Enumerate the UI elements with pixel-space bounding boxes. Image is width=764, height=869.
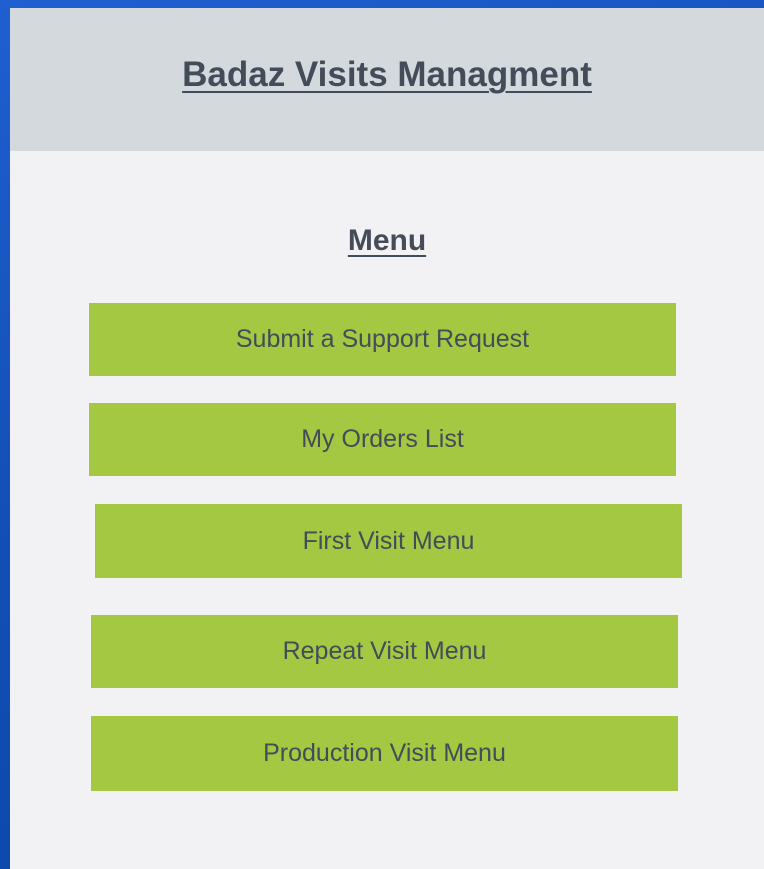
first-visit-menu-button[interactable]: First Visit Menu — [95, 504, 682, 578]
repeat-visit-menu-button[interactable]: Repeat Visit Menu — [91, 615, 678, 688]
production-visit-menu-button[interactable]: Production Visit Menu — [91, 716, 678, 791]
header-bar: Badaz Visits Managment — [10, 8, 764, 151]
menu-title: Menu — [347, 224, 427, 257]
main-panel: Badaz Visits Managment Menu Submit a Sup… — [10, 8, 764, 869]
submit-support-request-button[interactable]: Submit a Support Request — [89, 303, 676, 376]
my-orders-list-button[interactable]: My Orders List — [89, 403, 676, 476]
app-title[interactable]: Badaz Visits Managment — [10, 50, 764, 100]
